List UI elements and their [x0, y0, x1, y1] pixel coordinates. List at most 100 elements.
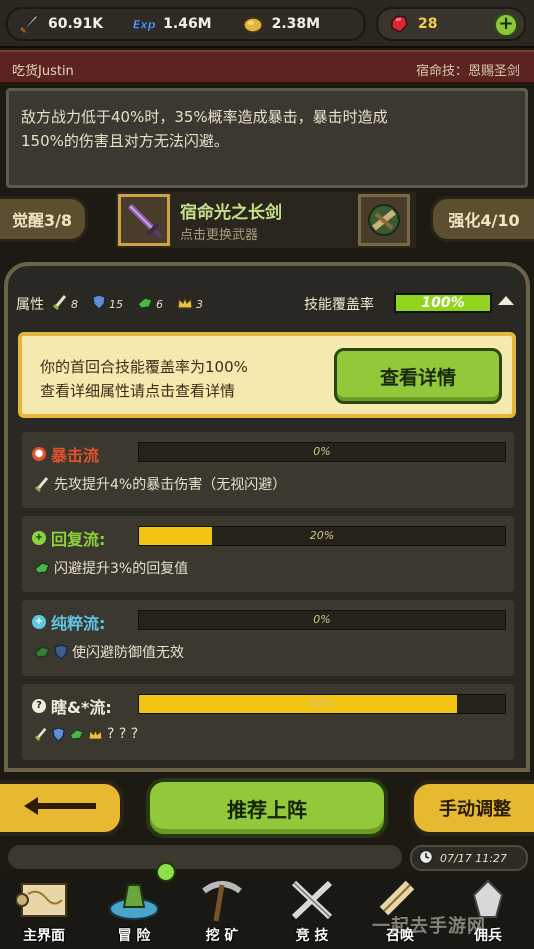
- player-info-bar: 吃货Justin 宿命技：恩赐圣剑: [0, 50, 534, 84]
- sword-icon: [16, 11, 42, 37]
- clock-box: 07/17 11:27: [410, 845, 528, 871]
- description-line-2: 150%的伤害且对方无法闪避。: [21, 132, 229, 150]
- flow-title: ? 瞎&*流:: [32, 694, 112, 718]
- nav-adventure[interactable]: 冒 险: [90, 872, 178, 949]
- pickaxe-icon: [192, 876, 252, 924]
- map-scroll-icon: [14, 876, 74, 924]
- dodge-attribute: 6: [137, 295, 163, 314]
- attack-attribute: 8: [52, 293, 78, 315]
- coverage-bar: 100%: [394, 293, 492, 313]
- flow-percent: 0%: [313, 613, 331, 626]
- crown-attr-value: 3: [196, 297, 203, 311]
- sword-attr-icon: [34, 475, 50, 493]
- watermark: 一起去手游网: [372, 916, 486, 937]
- flow-recover[interactable]: + 回复流: 20% 闪避提升3%的回复值: [22, 516, 514, 592]
- flow-name: 瞎&*流:: [51, 698, 112, 717]
- flow-desc-text: ? ? ?: [107, 726, 139, 742]
- resource-bar: 60.91K Exp 1.46M 2.38M 28 +: [0, 0, 534, 48]
- defense-attribute: 15: [92, 294, 123, 314]
- recommend-deploy-button[interactable]: 推荐上阵: [146, 778, 388, 838]
- flow-percent: 20%: [309, 529, 335, 542]
- leaf-icon: [69, 728, 84, 741]
- crown-icon: [177, 295, 193, 314]
- defense-attr-value: 15: [109, 297, 123, 311]
- island-icon: [104, 876, 164, 924]
- attack-attr-value: 8: [71, 297, 78, 311]
- skill-description: 敌方战力低于40%时，35%概率造成暴击，暴击时造成 150%的伤害且对方无法闪…: [6, 88, 528, 188]
- shield-icon: [92, 294, 106, 314]
- gem-group: 28 +: [376, 7, 526, 41]
- flow-pure[interactable]: + 纯粹流: 0% 使闪避防御值无效: [22, 600, 514, 676]
- crit-badge-icon: ●: [32, 447, 46, 461]
- coverage-banner: 你的首回合技能覆盖率为100% 查看详细属性请点击查看详情 查看详情: [18, 332, 516, 418]
- banner-line-2: 查看详细属性请点击查看详情: [40, 382, 236, 400]
- gold-value: 2.38M: [271, 16, 321, 32]
- change-weapon-hint: 点击更换武器: [180, 228, 259, 243]
- coverage-label: 技能覆盖率: [304, 297, 374, 313]
- svg-text:Exp: Exp: [133, 18, 156, 31]
- plus-badge-icon: +: [32, 531, 46, 545]
- awaken-button[interactable]: 觉醒3/8: [0, 196, 88, 242]
- coverage-value: 100%: [421, 295, 465, 311]
- destiny-skill-label: 宿命技：恩赐圣剑: [415, 64, 520, 79]
- flow-name: 回复流:: [51, 530, 106, 549]
- action-row: 推荐上阵 手动调整: [0, 776, 534, 840]
- collapse-arrow-icon[interactable]: [498, 296, 514, 305]
- flow-description: 使闪避防御值无效: [34, 642, 184, 662]
- flow-description: 先攻提升4%的暴击伤害（无视闪避）: [34, 474, 286, 494]
- attribute-label: 属性: [16, 297, 44, 313]
- manual-adjust-button[interactable]: 手动调整: [410, 780, 534, 836]
- flow-desc-text: 使闪避防御值无效: [72, 645, 184, 661]
- add-gems-button[interactable]: +: [494, 13, 518, 37]
- description-line-1: 敌方战力低于40%时，35%概率造成暴击，暴击时造成: [21, 108, 388, 126]
- flow-description: ? ? ?: [34, 726, 138, 742]
- sword-attr-icon: [52, 293, 68, 315]
- longsword-icon[interactable]: [118, 194, 170, 246]
- shield-icon: [52, 726, 65, 742]
- leaf-icon: [34, 645, 50, 659]
- nav-label: 竞 技: [295, 928, 329, 944]
- dodge-attr-value: 6: [156, 297, 163, 311]
- clock-icon: [418, 849, 434, 868]
- nav-arena[interactable]: 竞 技: [268, 872, 356, 949]
- nav-label: 主界面: [23, 928, 65, 944]
- leaf-icon: [34, 561, 50, 575]
- back-button[interactable]: [0, 780, 124, 836]
- enhance-button[interactable]: 强化4/10: [430, 196, 534, 242]
- flow-random[interactable]: ? 瞎&*流: 87% ? ? ?: [22, 684, 514, 760]
- plus-badge-icon: +: [32, 615, 46, 629]
- chat-bar[interactable]: [6, 843, 404, 871]
- attack-value: 60.91K: [48, 16, 104, 32]
- crown-attribute: 3: [177, 295, 203, 314]
- nav-main[interactable]: 主界面: [0, 872, 88, 949]
- crown-icon: [88, 727, 103, 741]
- flow-crit[interactable]: ● 暴击流 0% 先攻提升4%的暴击伤害（无视闪避）: [22, 432, 514, 508]
- banner-line-1: 你的首回合技能覆盖率为100%: [40, 358, 248, 376]
- flow-progress-bar: 87%: [138, 694, 506, 714]
- leaf-icon: [137, 295, 153, 314]
- clock-text: 07/17 11:27: [440, 851, 507, 865]
- weapon-card[interactable]: 宿命光之长剑 点击更换武器: [116, 192, 416, 248]
- exp-value: 1.46M: [163, 16, 212, 32]
- crossed-swords-icon: [282, 876, 342, 924]
- description-text: 敌方战力低于40%时，35%概率造成暴击，暴击时造成 150%的伤害且对方无法闪…: [21, 105, 517, 153]
- notification-dot: [156, 862, 176, 882]
- flow-progress-bar: 0%: [138, 610, 506, 630]
- question-badge-icon: ?: [32, 699, 46, 713]
- nav-label: 冒 险: [117, 928, 151, 944]
- resource-group: 60.91K Exp 1.46M 2.38M: [6, 7, 366, 41]
- flow-name: 纯粹流:: [51, 614, 106, 633]
- scroll-icon[interactable]: [358, 194, 410, 246]
- gem-value: 28: [418, 16, 438, 32]
- view-details-button[interactable]: 查看详情: [334, 348, 502, 404]
- flow-percent: 87%: [309, 697, 335, 710]
- sword-attr-icon: [34, 726, 48, 742]
- flow-title: + 回复流:: [32, 526, 105, 550]
- gold-icon: [240, 11, 266, 37]
- weapon-name: 宿命光之长剑: [180, 203, 282, 223]
- nav-mining[interactable]: 挖 矿: [178, 872, 266, 949]
- flow-desc-text: 先攻提升4%的暴击伤害（无视闪避）: [54, 477, 287, 493]
- back-arrow-icon: [20, 794, 100, 822]
- nav-label: 挖 矿: [205, 928, 239, 944]
- flow-name: 暴击流: [51, 446, 100, 465]
